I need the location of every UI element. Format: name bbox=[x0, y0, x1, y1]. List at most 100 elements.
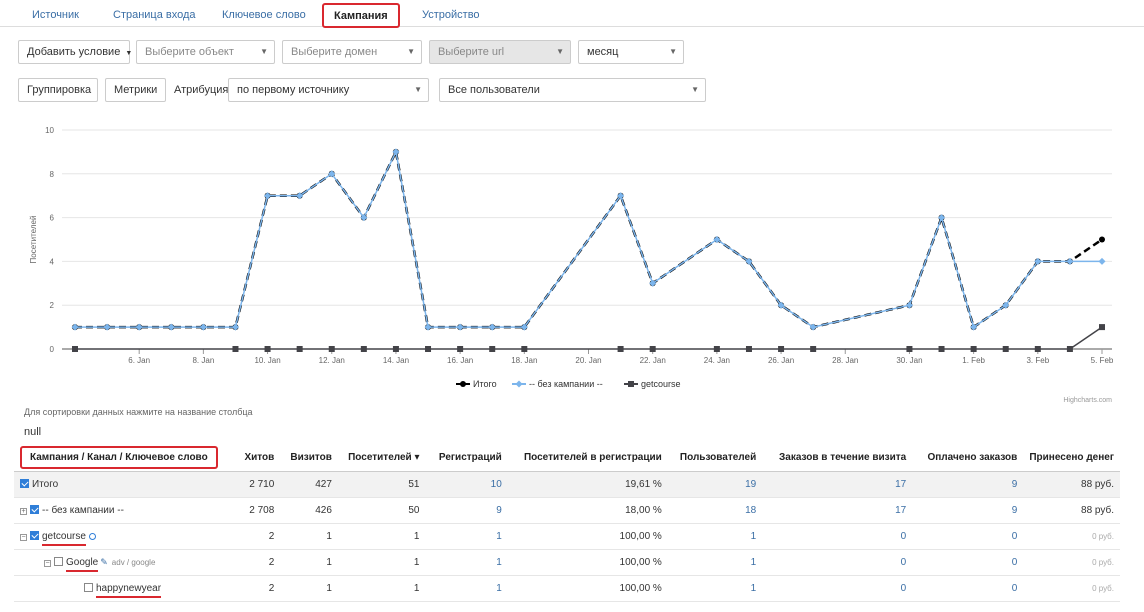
visitors-cell: 51 bbox=[337, 471, 426, 498]
url-select: Выберите url ▼ bbox=[429, 40, 571, 64]
url-select-placeholder: Выберите url bbox=[438, 46, 505, 58]
data-point bbox=[1066, 257, 1074, 265]
users-link[interactable]: 19 bbox=[745, 479, 756, 490]
collapse-icon[interactable]: − bbox=[20, 533, 27, 541]
row-checkbox[interactable] bbox=[84, 582, 93, 592]
chevron-down-icon: ▼ bbox=[407, 47, 415, 56]
period-select[interactable]: месяц ▼ bbox=[578, 40, 684, 64]
row-checkbox[interactable] bbox=[20, 478, 29, 488]
registrations-link[interactable]: 1 bbox=[496, 583, 502, 594]
object-select[interactable]: Выберите объект ▼ bbox=[136, 40, 275, 64]
null-label: null bbox=[24, 426, 42, 438]
row-checkbox[interactable] bbox=[30, 504, 39, 514]
expand-icon[interactable]: + bbox=[20, 507, 27, 515]
x-tick-label: 1. Feb bbox=[962, 356, 985, 365]
col-campaign[interactable]: Кампания / Канал / Ключевое слово bbox=[14, 445, 224, 472]
attribution-select[interactable]: по первому источнику ▼ bbox=[228, 78, 429, 102]
campaign-table: Кампания / Канал / Ключевое слово Хитов … bbox=[14, 445, 1120, 602]
collapse-icon[interactable]: − bbox=[44, 559, 51, 567]
x-tick-label: 14. Jan bbox=[383, 356, 409, 365]
col-users[interactable]: Пользователей bbox=[667, 445, 763, 472]
paid-orders-link[interactable]: 0 bbox=[1012, 531, 1018, 542]
users-select-value: Все пользователи bbox=[448, 84, 540, 96]
data-point bbox=[810, 346, 817, 352]
y-tick-label: 0 bbox=[50, 345, 55, 354]
grouping-button[interactable]: Группировка bbox=[18, 78, 98, 102]
orders-link[interactable]: 0 bbox=[901, 583, 907, 594]
table-row: happynewyear 2 1 1 1 100,00 % 1 0 0 0 ру… bbox=[14, 575, 1120, 602]
col-registrations[interactable]: Регистраций bbox=[425, 445, 508, 472]
tab-campaign[interactable]: Кампания bbox=[322, 3, 400, 28]
x-tick-label: 20. Jan bbox=[575, 356, 601, 365]
col-hits[interactable]: Хитов bbox=[223, 445, 281, 472]
series-line bbox=[75, 326, 1103, 350]
data-point bbox=[71, 323, 79, 331]
row-checkbox[interactable] bbox=[54, 556, 63, 566]
hits-cell: 2 bbox=[223, 549, 281, 576]
paid-orders-link[interactable]: 0 bbox=[1012, 583, 1018, 594]
visits-cell: 427 bbox=[280, 471, 338, 498]
col-paid-orders[interactable]: Оплачено заказов bbox=[912, 445, 1024, 472]
chart-credit: Highcharts.com bbox=[1063, 397, 1112, 404]
registrations-link[interactable]: 10 bbox=[491, 479, 502, 490]
paid-orders-link[interactable]: 9 bbox=[1012, 505, 1018, 516]
tab-landing-page[interactable]: Страница входа bbox=[113, 9, 196, 21]
paid-orders-link[interactable]: 0 bbox=[1012, 557, 1018, 568]
attribution-label: Атрибуция bbox=[174, 84, 229, 96]
orders-link[interactable]: 0 bbox=[901, 557, 907, 568]
data-point bbox=[1099, 324, 1105, 331]
row-name-cell: + -- без кампании -- bbox=[14, 497, 224, 524]
data-point bbox=[424, 323, 432, 331]
metrics-button[interactable]: Метрики bbox=[105, 78, 166, 102]
y-tick-label: 10 bbox=[45, 126, 54, 135]
row-source: adv / google bbox=[111, 557, 156, 567]
rate-cell: 19,61 % bbox=[507, 471, 668, 498]
data-point bbox=[970, 346, 977, 352]
visits-cell: 1 bbox=[280, 575, 338, 602]
x-tick-label: 22. Jan bbox=[640, 356, 666, 365]
tab-device[interactable]: Устройство bbox=[422, 9, 480, 21]
chevron-down-icon: ▼ bbox=[414, 85, 422, 94]
users-select[interactable]: Все пользователи ▼ bbox=[439, 78, 706, 102]
users-link[interactable]: 1 bbox=[751, 531, 757, 542]
y-axis-label: Посетителей bbox=[29, 216, 38, 264]
hits-cell: 2 708 bbox=[223, 497, 281, 524]
users-link[interactable]: 1 bbox=[751, 557, 757, 568]
caret-down-icon: ▼ bbox=[125, 50, 133, 57]
period-select-value: месяц bbox=[587, 46, 619, 58]
x-tick-label: 18. Jan bbox=[511, 356, 537, 365]
data-point bbox=[328, 346, 335, 352]
users-link[interactable]: 18 bbox=[745, 505, 756, 516]
add-condition-button[interactable]: Добавить условие ▼ bbox=[18, 40, 133, 64]
table-row: Итого 2 710 427 51 10 19,61 % 19 17 9 88… bbox=[14, 471, 1120, 498]
registrations-link[interactable]: 1 bbox=[496, 531, 502, 542]
info-ring-icon[interactable] bbox=[88, 532, 96, 540]
col-revenue[interactable]: Принесено денег bbox=[1023, 445, 1120, 472]
orders-link[interactable]: 17 bbox=[895, 479, 906, 490]
domain-select[interactable]: Выберите домен ▼ bbox=[282, 40, 422, 64]
x-tick-label: 10. Jan bbox=[254, 356, 280, 365]
users-link[interactable]: 1 bbox=[751, 583, 757, 594]
x-tick-label: 5. Feb bbox=[1091, 356, 1114, 365]
tab-source[interactable]: Источник bbox=[32, 9, 79, 21]
col-visitors[interactable]: Посетителей ▾ bbox=[337, 445, 426, 472]
tab-keyword[interactable]: Ключевое слово bbox=[222, 9, 306, 21]
chevron-down-icon: ▼ bbox=[669, 47, 677, 56]
add-condition-label: Добавить условие bbox=[27, 46, 121, 58]
data-point bbox=[264, 346, 271, 352]
col-visits[interactable]: Визитов bbox=[280, 445, 338, 472]
row-checkbox[interactable] bbox=[30, 530, 39, 540]
paid-orders-link[interactable]: 9 bbox=[1012, 479, 1018, 490]
data-point bbox=[231, 323, 239, 331]
x-tick-label: 12. Jan bbox=[319, 356, 345, 365]
edit-icon[interactable]: ✎ bbox=[100, 557, 108, 567]
orders-link[interactable]: 0 bbox=[901, 531, 907, 542]
y-tick-label: 2 bbox=[50, 301, 55, 310]
registrations-link[interactable]: 9 bbox=[496, 505, 502, 516]
col-visitor-registration-rate[interactable]: Посетителей в регистрации bbox=[507, 445, 668, 472]
x-tick-label: 28. Jan bbox=[832, 356, 858, 365]
rate-cell: 100,00 % bbox=[507, 549, 668, 576]
registrations-link[interactable]: 1 bbox=[496, 557, 502, 568]
orders-link[interactable]: 17 bbox=[895, 505, 906, 516]
col-orders-in-visit[interactable]: Заказов в течение визита bbox=[762, 445, 913, 472]
